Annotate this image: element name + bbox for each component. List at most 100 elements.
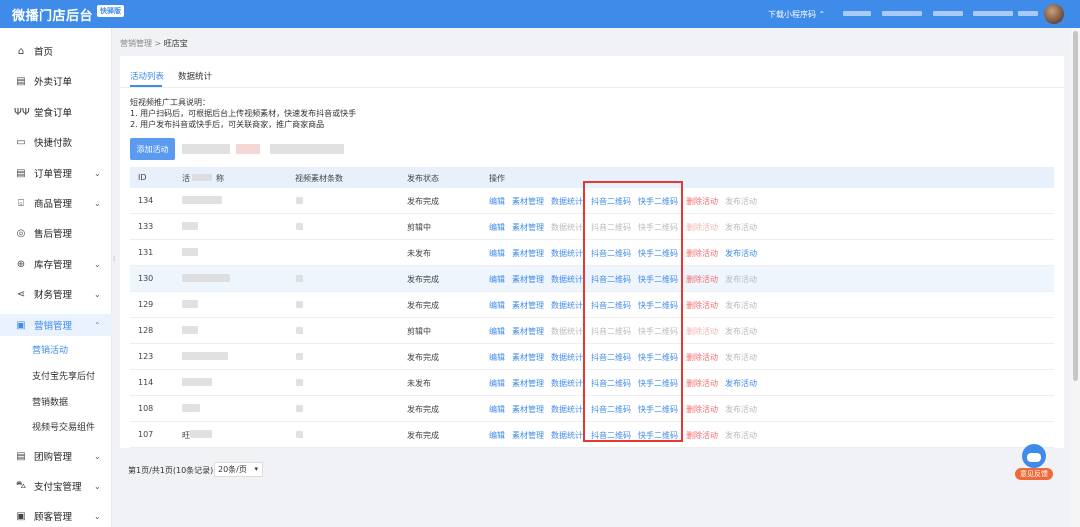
sidebar-item-order-management[interactable]: ▤ 订单管理 ⌄: [0, 162, 112, 184]
sidebar-item-alipay[interactable]: ⛍ 支付宝管理 ⌄: [0, 475, 112, 497]
sidebar-item-dine-in-orders[interactable]: ΨΨ 堂食订单: [0, 101, 112, 123]
action-material-link[interactable]: 素材管理: [512, 248, 544, 259]
action-material-link[interactable]: 素材管理: [512, 352, 544, 363]
blurred-activity-name: [182, 378, 212, 386]
action-publish-link[interactable]: 发布活动: [725, 430, 757, 441]
blurred-video-count: [296, 275, 303, 282]
mini-program-download[interactable]: 下载小程序码 ⌃: [768, 9, 825, 20]
action-material-link[interactable]: 素材管理: [512, 196, 544, 207]
action-publish-link[interactable]: 发布活动: [725, 222, 757, 233]
action-stats-link[interactable]: 数据统计: [551, 274, 583, 285]
action-publish-link[interactable]: 发布活动: [725, 326, 757, 337]
sidebar-item-label: 顾客管理: [34, 512, 73, 523]
sidebar-item-home[interactable]: ⌂ 首页: [0, 40, 112, 62]
action-publish-link[interactable]: 发布活动: [725, 248, 757, 259]
sidebar-item-quick-pay[interactable]: ▭ 快捷付款: [0, 131, 112, 153]
action-edit-link[interactable]: 编辑: [489, 430, 505, 441]
sidebar-item-delivery-orders[interactable]: ▤ 外卖订单: [0, 70, 112, 92]
action-publish-link[interactable]: 发布活动: [725, 352, 757, 363]
action-edit-link[interactable]: 编辑: [489, 274, 505, 285]
highlight-box: [583, 181, 683, 442]
action-edit-link[interactable]: 编辑: [489, 404, 505, 415]
action-delete-link[interactable]: 删除活动: [686, 378, 718, 389]
sidebar-item-label: 营销管理: [34, 321, 73, 332]
action-stats-link[interactable]: 数据统计: [551, 326, 583, 337]
action-delete-link[interactable]: 删除活动: [686, 222, 718, 233]
avatar[interactable]: [1044, 4, 1064, 24]
action-delete-link[interactable]: 删除活动: [686, 326, 718, 337]
action-delete-link[interactable]: 删除活动: [686, 430, 718, 441]
blurred-activity-name: [182, 326, 198, 334]
inventory-icon: ⊕: [16, 258, 26, 270]
action-delete-link[interactable]: 删除活动: [686, 196, 718, 207]
breadcrumb: 营销管理 > 旺店宝: [120, 38, 188, 49]
delivery-order-icon: ▤: [16, 75, 26, 87]
action-material-link[interactable]: 素材管理: [512, 404, 544, 415]
sidebar-collapse-handle[interactable]: ⁞: [113, 255, 118, 271]
cell-id: 130: [138, 274, 154, 283]
sidebar-item-label: 首页: [34, 47, 54, 58]
action-edit-link[interactable]: 编辑: [489, 352, 505, 363]
blurred-activity-name: [182, 248, 198, 256]
action-stats-link[interactable]: 数据统计: [551, 222, 583, 233]
sidebar: ⌂ 首页 ▤ 外卖订单 ΨΨ 堂食订单 ▭ 快捷付款 ▤ 订单管理 ⌄ ⌺ 商品管理 ⌄ ◎ 售后管理 ⊕ 库存管…: [0, 28, 112, 527]
action-stats-link[interactable]: 数据统计: [551, 352, 583, 363]
action-delete-link[interactable]: 删除活动: [686, 300, 718, 311]
action-publish-link[interactable]: 发布活动: [725, 404, 757, 415]
tab-activity-list[interactable]: 活动列表: [130, 70, 164, 82]
action-stats-link[interactable]: 数据统计: [551, 430, 583, 441]
action-publish-link[interactable]: 发布活动: [725, 378, 757, 389]
sidebar-item-group-buy[interactable]: ▤ 团购管理 ⌄: [0, 445, 112, 467]
sidebar-subitem-video-trade[interactable]: 视频号交易组件: [32, 421, 95, 435]
action-publish-link[interactable]: 发布活动: [725, 274, 757, 285]
page-size-select[interactable]: 20条/页 ▾: [214, 462, 263, 477]
action-stats-link[interactable]: 数据统计: [551, 404, 583, 415]
action-edit-link[interactable]: 编辑: [489, 196, 505, 207]
action-delete-link[interactable]: 删除活动: [686, 352, 718, 363]
sidebar-subitem-marketing-activity[interactable]: 营销活动: [32, 344, 68, 358]
sidebar-item-customers[interactable]: ▣ 顾客管理 ⌄: [0, 505, 112, 527]
cell-activity-name: 旺: [182, 431, 190, 440]
action-edit-link[interactable]: 编辑: [489, 378, 505, 389]
action-delete-link[interactable]: 删除活动: [686, 274, 718, 285]
sidebar-subitem-alipay-pay-later[interactable]: 支付宝先享后付: [32, 370, 95, 384]
action-edit-link[interactable]: 编辑: [489, 300, 505, 311]
action-material-link[interactable]: 素材管理: [512, 300, 544, 311]
sidebar-item-goods-management[interactable]: ⌺ 商品管理 ⌄: [0, 192, 112, 214]
action-edit-link[interactable]: 编辑: [489, 222, 505, 233]
feedback-button[interactable]: 意见反馈: [1013, 442, 1053, 482]
action-material-link[interactable]: 素材管理: [512, 222, 544, 233]
sidebar-item-marketing[interactable]: ▣ 营销管理 ⌃: [0, 314, 112, 336]
sidebar-item-label: 堂食订单: [34, 108, 73, 119]
cell-publish-status: 发布完成: [407, 405, 439, 414]
action-publish-link[interactable]: 发布活动: [725, 196, 757, 207]
blurred-user-info: [882, 11, 922, 16]
sidebar-item-label: 外卖订单: [34, 77, 73, 88]
scrollbar-thumb[interactable]: [1073, 31, 1078, 381]
marketing-icon: ▣: [16, 319, 26, 331]
action-delete-link[interactable]: 删除活动: [686, 248, 718, 259]
action-stats-link[interactable]: 数据统计: [551, 248, 583, 259]
action-edit-link[interactable]: 编辑: [489, 248, 505, 259]
action-stats-link[interactable]: 数据统计: [551, 378, 583, 389]
breadcrumb-parent[interactable]: 营销管理: [120, 39, 152, 48]
action-material-link[interactable]: 素材管理: [512, 430, 544, 441]
action-material-link[interactable]: 素材管理: [512, 274, 544, 285]
cell-publish-status: 发布完成: [407, 197, 439, 206]
action-material-link[interactable]: 素材管理: [512, 378, 544, 389]
sidebar-item-inventory[interactable]: ⊕ 库存管理 ⌄: [0, 253, 112, 275]
group-buy-icon: ▤: [16, 450, 26, 462]
sidebar-item-finance[interactable]: ⋖ 财务管理 ⌄: [0, 283, 112, 305]
action-material-link[interactable]: 素材管理: [512, 326, 544, 337]
action-publish-link[interactable]: 发布活动: [725, 300, 757, 311]
blurred-activity-name: [190, 430, 212, 438]
sidebar-subitem-marketing-data[interactable]: 营销数据: [32, 396, 68, 410]
sidebar-item-after-sale[interactable]: ◎ 售后管理: [0, 222, 112, 244]
tab-data-stats[interactable]: 数据统计: [178, 70, 212, 82]
add-activity-button[interactable]: 添加活动: [130, 138, 175, 160]
action-stats-link[interactable]: 数据统计: [551, 300, 583, 311]
action-edit-link[interactable]: 编辑: [489, 326, 505, 337]
action-stats-link[interactable]: 数据统计: [551, 196, 583, 207]
blurred-filter: [182, 144, 230, 154]
action-delete-link[interactable]: 删除活动: [686, 404, 718, 415]
